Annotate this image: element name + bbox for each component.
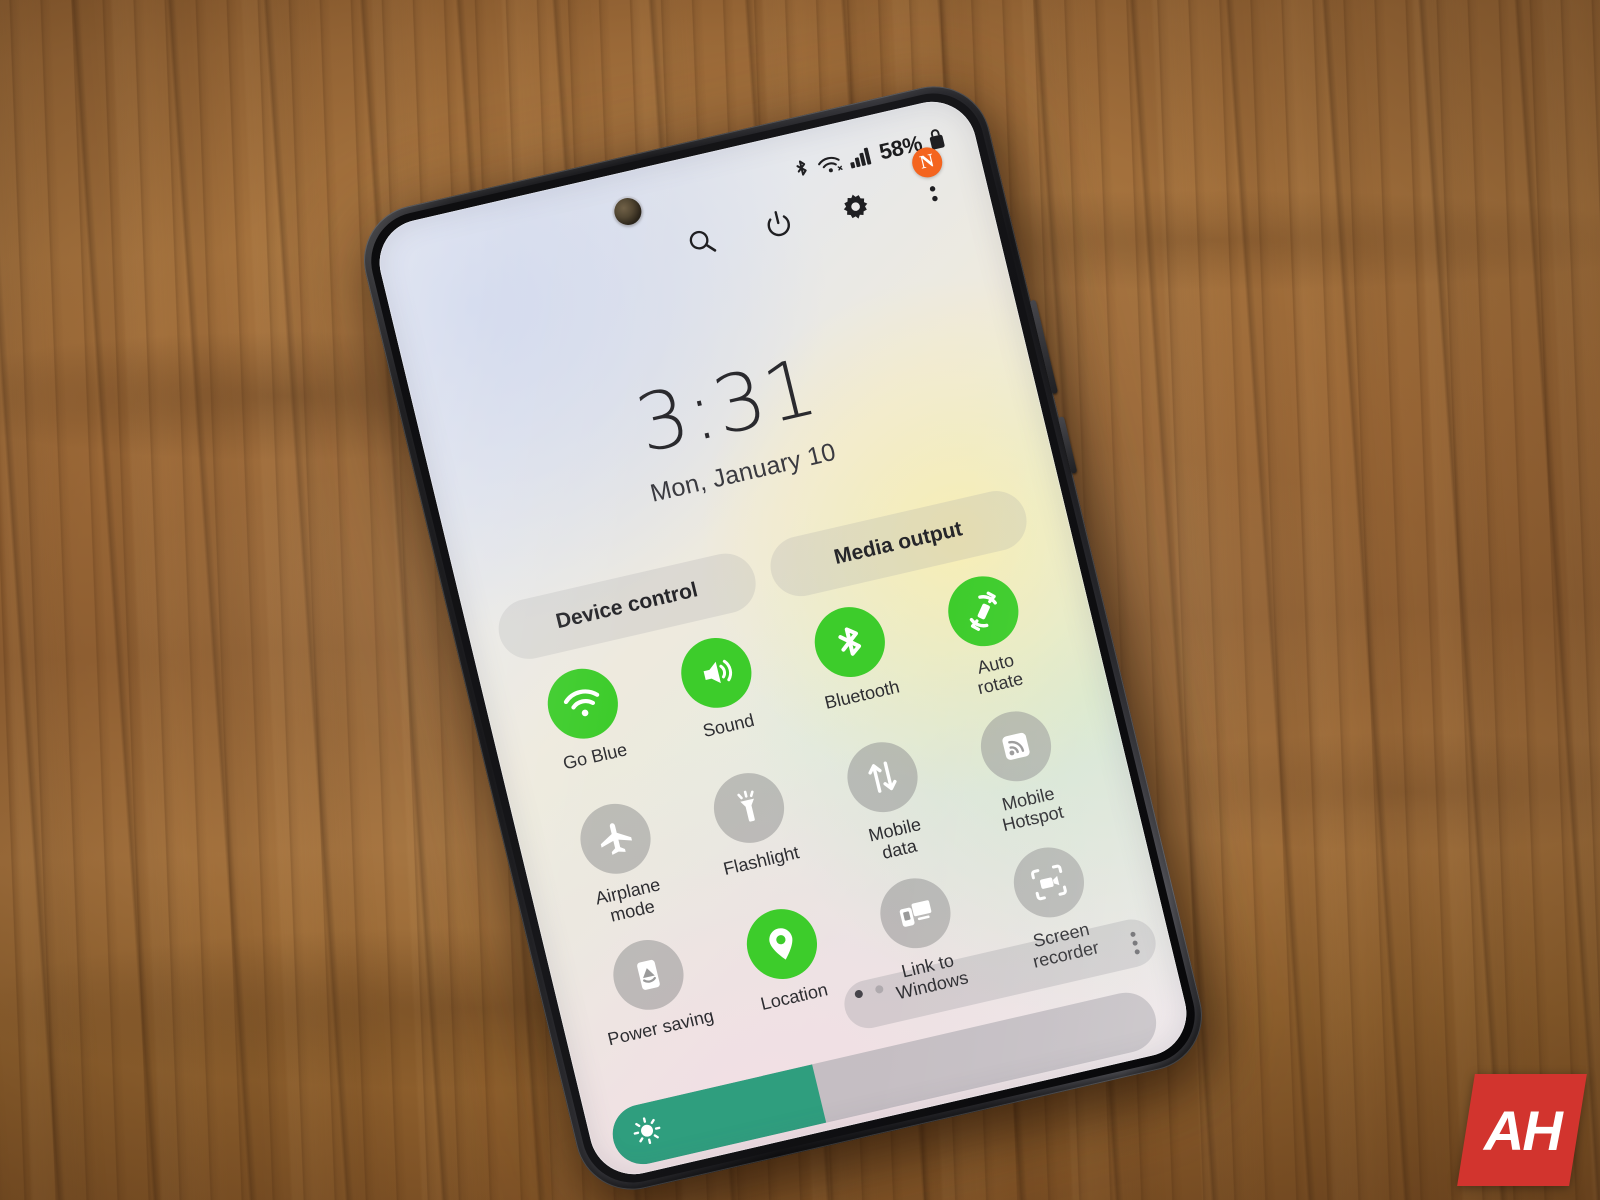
toggle-label: Airplane mode: [593, 874, 663, 927]
search-icon[interactable]: [680, 221, 724, 264]
power-saving-icon: [605, 932, 691, 1017]
auto-rotate-icon: [940, 569, 1026, 654]
toggle-label: Go Blue: [560, 739, 630, 774]
toggle-flashlight[interactable]: Flashlight: [674, 759, 836, 906]
gear-icon[interactable]: [834, 185, 878, 228]
toggle-mobile-data[interactable]: Mobile data: [807, 728, 969, 875]
watermark-text: AH: [1483, 1098, 1561, 1162]
photo-scene: 58% N 3:31 Mon, January 10 Device contro…: [0, 0, 1600, 1200]
toggle-airplane-mode[interactable]: Airplane mode: [540, 790, 702, 937]
screen-recorder-icon: [1006, 840, 1091, 925]
wifi-icon: [540, 661, 625, 746]
toggle-wifi[interactable]: Go Blue: [507, 654, 669, 801]
toggle-label: Mobile Hotspot: [1000, 783, 1066, 836]
toggle-sound[interactable]: Sound: [641, 624, 803, 771]
location-pin-icon: [739, 901, 824, 986]
flashlight-icon: [706, 766, 791, 851]
power-icon[interactable]: [757, 203, 801, 246]
wifi-icon: [815, 150, 845, 179]
bluetooth-icon: [807, 600, 892, 685]
toggle-label: Auto rotate: [975, 649, 1026, 699]
toggle-bluetooth[interactable]: Bluetooth: [774, 593, 936, 740]
toggle-mobile-hotspot[interactable]: Mobile Hotspot: [941, 697, 1103, 844]
toggle-label: Bluetooth: [822, 676, 902, 713]
hotspot-icon: [973, 704, 1058, 789]
mobile-data-icon: [839, 735, 925, 820]
link-to-windows-icon: [872, 871, 958, 955]
toggle-label: Sound: [700, 709, 757, 742]
bluetooth-icon: [791, 157, 813, 184]
airplane-icon: [572, 797, 658, 882]
more-vertical-icon[interactable]: N: [909, 144, 955, 210]
toggle-label: Mobile data: [866, 814, 923, 864]
cellular-signal-icon: [846, 143, 874, 172]
toggle-label: Flashlight: [721, 842, 802, 880]
toggle-auto-rotate[interactable]: Auto rotate: [908, 562, 1070, 709]
watermark-logo: AH: [1457, 1074, 1587, 1186]
volume-icon: [673, 631, 759, 715]
